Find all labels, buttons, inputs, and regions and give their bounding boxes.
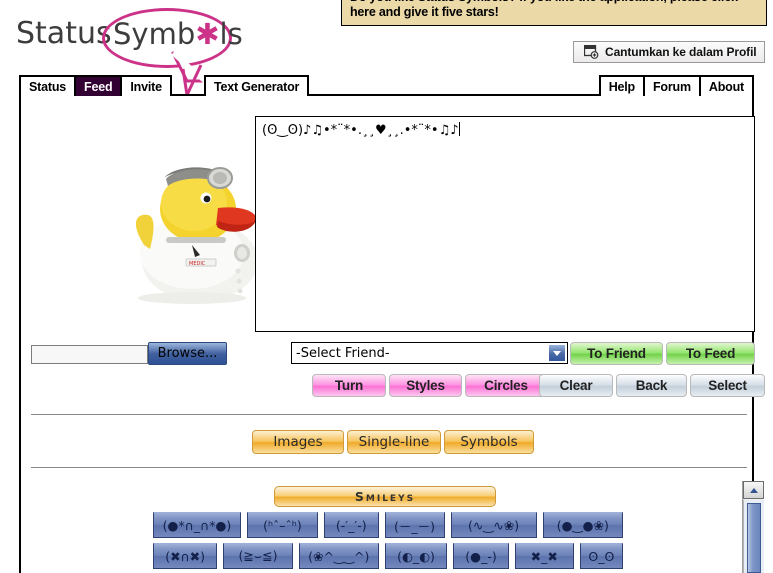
emoticon-button[interactable]: (●_-) xyxy=(453,543,509,569)
circles-button[interactable]: Circles xyxy=(465,374,547,397)
app-page: Do you like Status Symbols? If you like … xyxy=(0,0,773,573)
emoticon-button[interactable]: (❀^‿‿^) xyxy=(298,543,379,569)
logo-symb-prefix: Symb xyxy=(113,17,196,51)
tab-group-support: Help Forum About xyxy=(598,75,754,96)
friend-select-value: -Select Friend- xyxy=(296,345,390,361)
file-path-input[interactable] xyxy=(31,345,148,364)
tab-group-primary: Status Feed Invite xyxy=(19,75,172,96)
preview-image-duck: MEDIC xyxy=(122,153,272,305)
emoticon-button[interactable]: (◐_◐) xyxy=(384,543,448,569)
main-content-frame: MEDIC (ʘ‿ʘ)♪♫•*¨*•.¸¸♥¸¸.•*¨*•♫♪ Browse.… xyxy=(19,96,765,573)
promo-banner-text: Do you like Status Symbols? If you like … xyxy=(350,0,738,19)
smileys-section-header[interactable]: Smileys xyxy=(274,486,496,507)
emoticon-button[interactable]: ✖_✖ xyxy=(514,543,574,569)
category-symbols-button[interactable]: Symbols xyxy=(444,430,534,454)
browse-button[interactable]: Browse... xyxy=(148,342,227,365)
to-feed-button[interactable]: To Feed xyxy=(666,342,755,365)
category-single-line-button[interactable]: Single-line xyxy=(347,430,441,454)
text-caret xyxy=(458,122,460,136)
emoticon-button[interactable]: (ʰˆ–ˆʰ) xyxy=(246,512,319,538)
emoticon-button[interactable]: (●‿●❀) xyxy=(542,512,623,538)
to-friend-button[interactable]: To Friend xyxy=(570,342,663,365)
logo-word-status: Status xyxy=(16,16,112,51)
emoticon-row: (●*∩_∩*●) (ʰˆ–ˆʰ) (-′_′-) (－_－) (∿‿∿❀) (… xyxy=(153,512,623,538)
emoticon-button[interactable]: (✖∩✖) xyxy=(153,543,218,569)
friend-select-dropdown[interactable]: -Select Friend- xyxy=(291,342,568,364)
scroll-up-icon[interactable] xyxy=(743,481,764,499)
divider-top xyxy=(31,414,747,415)
emoticon-grid: (●*∩_∩*●) (ʰˆ–ˆʰ) (-′_′-) (－_－) (∿‿∿❀) (… xyxy=(153,512,623,573)
tab-help[interactable]: Help xyxy=(600,77,645,96)
logo-symb-suffix: ls xyxy=(219,17,243,51)
tab-group-generator: Text Generator xyxy=(204,75,310,96)
emoticon-button[interactable]: (－_－) xyxy=(384,512,445,538)
turn-button[interactable]: Turn xyxy=(312,374,386,397)
emoticon-button[interactable]: (≧⌣≦) xyxy=(223,543,293,569)
add-to-profile-icon xyxy=(584,45,599,59)
logo-asterisk-icon: ✱ xyxy=(195,17,220,51)
emoticon-button[interactable]: ʘ_ʘ xyxy=(579,543,623,569)
back-button[interactable]: Back xyxy=(616,374,687,397)
tab-feed[interactable]: Feed xyxy=(76,77,123,96)
divider-bottom xyxy=(31,467,747,468)
vertical-scrollbar[interactable] xyxy=(742,481,764,573)
emoticon-button[interactable]: (●*∩_∩*●) xyxy=(153,512,241,538)
scrollbar-track[interactable] xyxy=(743,500,764,573)
scrollbar-thumb[interactable] xyxy=(747,503,761,573)
styles-button[interactable]: Styles xyxy=(389,374,462,397)
category-images-button[interactable]: Images xyxy=(252,430,344,454)
tab-forum[interactable]: Forum xyxy=(645,77,701,96)
logo-word-symbols: Symb✱ls xyxy=(113,17,243,51)
clear-button[interactable]: Clear xyxy=(539,374,613,397)
compose-text-value: (ʘ‿ʘ)♪♫•*¨*•.¸¸♥¸¸.•*¨*•♫♪ xyxy=(262,123,459,138)
tab-invite[interactable]: Invite xyxy=(122,77,170,96)
tab-text-generator[interactable]: Text Generator xyxy=(206,77,308,96)
emoticon-row: (✖∩✖) (≧⌣≦) (❀^‿‿^) (◐_◐) (●_-) ✖_✖ ʘ_ʘ xyxy=(153,543,623,569)
tab-bar: Status Feed Invite Text Generator Help F… xyxy=(19,75,754,96)
chevron-down-icon[interactable] xyxy=(548,344,566,362)
tab-about[interactable]: About xyxy=(700,77,752,96)
svg-text:MEDIC: MEDIC xyxy=(189,261,206,267)
compose-textarea[interactable]: (ʘ‿ʘ)♪♫•*¨*•.¸¸♥¸¸.•*¨*•♫♪ xyxy=(255,116,755,332)
select-button[interactable]: Select xyxy=(690,374,765,397)
app-logo: Status Symb✱ls xyxy=(16,8,316,96)
emoticon-button[interactable]: (∿‿∿❀) xyxy=(450,512,537,538)
promo-banner[interactable]: Do you like Status Symbols? If you like … xyxy=(341,0,767,26)
tab-status[interactable]: Status xyxy=(21,77,77,96)
add-to-profile-button[interactable]: Cantumkan ke dalam Profil xyxy=(573,41,765,63)
add-to-profile-label: Cantumkan ke dalam Profil xyxy=(605,45,757,59)
emoticon-button[interactable]: (-′_′-) xyxy=(324,512,379,538)
